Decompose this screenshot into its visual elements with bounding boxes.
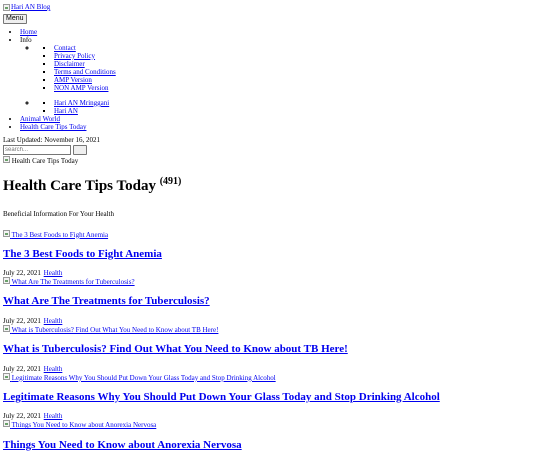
info-link-item: NON AMP Version	[54, 84, 537, 92]
info-submenu-item: Contact Privacy Policy Disclaimer Terms …	[37, 44, 537, 92]
category-title-text: Health Care Tips Today	[3, 178, 156, 194]
post-title: Legitimate Reasons Why You Should Put Do…	[3, 391, 537, 404]
nav-info-label: Info	[20, 36, 32, 44]
post-title: The 3 Best Foods to Fight Anemia	[3, 248, 537, 261]
post-thumbnail[interactable]: The 3 Best Foods to Fight Anemia	[3, 230, 537, 239]
post-date: July 22, 2021	[3, 269, 41, 277]
info-link-item: Privacy Policy	[54, 52, 537, 60]
info-submenu-item: Hari AN Mringgani Hari AN	[37, 92, 537, 115]
post-title-link[interactable]: What is Tuberculosis? Find Out What You …	[3, 343, 348, 355]
post-category-link[interactable]: Health	[44, 269, 63, 277]
info-submenu: Contact Privacy Policy Disclaimer Terms …	[20, 44, 537, 115]
post-title: What is Tuberculosis? Find Out What You …	[3, 343, 537, 356]
post-meta: July 22, 2021 Health	[3, 269, 537, 277]
broken-image-icon	[3, 420, 10, 427]
search-button[interactable]	[73, 145, 87, 155]
post-date: July 22, 2021	[3, 317, 41, 325]
nav-link-non-amp[interactable]: NON AMP Version	[54, 84, 108, 92]
info-link-item: AMP Version	[54, 76, 537, 84]
main-nav: Home Info Contact Privacy Policy Disclai…	[3, 28, 537, 132]
category-description: Beneficial Information For Your Health	[3, 210, 537, 218]
nav-item-info: Info Contact Privacy Policy Disclaimer T…	[20, 36, 537, 115]
post-title: What Are The Treatments for Tuberculosis…	[3, 295, 537, 308]
post-thumbnail-alt: Things You Need to Know about Anorexia N…	[12, 421, 157, 429]
post-title: Things You Need to Know about Anorexia N…	[3, 439, 537, 451]
search-form	[3, 145, 537, 155]
search-input[interactable]	[3, 145, 71, 155]
nav-link-hari-an-mringgani[interactable]: Hari AN Mringgani	[54, 99, 109, 107]
site-logo-link[interactable]: Hari AN Blog	[3, 3, 50, 11]
post-thumbnail[interactable]: Legitimate Reasons Why You Should Put Do…	[3, 373, 537, 382]
post-category-link[interactable]: Health	[44, 365, 63, 373]
post-thumbnail-alt: Legitimate Reasons Why You Should Put Do…	[12, 374, 276, 382]
post-category-link[interactable]: Health	[44, 412, 63, 420]
info-link-item: Disclaimer	[54, 60, 537, 68]
category-image: Health Care Tips Today	[3, 156, 537, 165]
category-title: Health Care Tips Today (491)	[3, 176, 537, 195]
post-category-link[interactable]: Health	[44, 317, 63, 325]
nav-item-health-care: Health Care Tips Today	[20, 123, 537, 131]
broken-image-icon	[3, 373, 10, 380]
post-thumbnail-alt: What is Tuberculosis? Find Out What You …	[12, 326, 219, 334]
post-date: July 22, 2021	[3, 412, 41, 420]
info-links: Contact Privacy Policy Disclaimer Terms …	[37, 44, 537, 92]
post-meta: July 22, 2021 Health	[3, 365, 537, 373]
author-links: Hari AN Mringgani Hari AN	[37, 99, 537, 115]
broken-image-icon	[3, 156, 10, 163]
post-thumbnail-alt: What Are The Treatments for Tuberculosis…	[12, 278, 135, 286]
nav-link-health-care[interactable]: Health Care Tips Today	[20, 123, 86, 131]
post-title-link[interactable]: What Are The Treatments for Tuberculosis…	[3, 295, 210, 307]
broken-image-icon	[3, 325, 10, 332]
post-thumbnail[interactable]: What Are The Treatments for Tuberculosis…	[3, 277, 537, 286]
last-updated: Last Updated: November 16, 2021	[3, 136, 537, 144]
post-title-link[interactable]: Things You Need to Know about Anorexia N…	[3, 439, 242, 451]
nav-link-contact[interactable]: Contact	[54, 44, 76, 52]
menu-button[interactable]: Menu	[3, 14, 27, 24]
post-thumbnail[interactable]: Things You Need to Know about Anorexia N…	[3, 420, 537, 429]
nav-link-amp[interactable]: AMP Version	[54, 76, 92, 84]
site-logo-alt: Hari AN Blog	[11, 3, 50, 11]
post-title-link[interactable]: Legitimate Reasons Why You Should Put Do…	[3, 391, 440, 403]
post-title-link[interactable]: The 3 Best Foods to Fight Anemia	[3, 248, 162, 260]
post-thumbnail-alt: The 3 Best Foods to Fight Anemia	[12, 231, 108, 239]
nav-link-animal-world[interactable]: Animal World	[20, 115, 60, 123]
nav-link-disclaimer[interactable]: Disclaimer	[54, 60, 85, 68]
author-link-item: Hari AN	[54, 107, 537, 115]
nav-item-animal-world: Animal World	[20, 115, 537, 123]
info-link-item: Contact	[54, 44, 537, 52]
info-link-item: Terms and Conditions	[54, 68, 537, 76]
category-image-alt: Health Care Tips Today	[12, 157, 78, 165]
nav-link-hari-an[interactable]: Hari AN	[54, 107, 78, 115]
nav-item-home: Home	[20, 28, 537, 36]
broken-image-icon	[3, 277, 10, 284]
nav-link-privacy[interactable]: Privacy Policy	[54, 52, 95, 60]
broken-image-icon	[3, 230, 10, 237]
post-date: July 22, 2021	[3, 365, 41, 373]
post-thumbnail[interactable]: What is Tuberculosis? Find Out What You …	[3, 325, 537, 334]
category-count: (491)	[160, 176, 182, 187]
post-meta: July 22, 2021 Health	[3, 317, 537, 325]
nav-link-home[interactable]: Home	[20, 28, 37, 36]
broken-image-icon	[3, 4, 10, 11]
post-meta: July 22, 2021 Health	[3, 412, 537, 420]
author-link-item: Hari AN Mringgani	[54, 99, 537, 107]
nav-link-terms[interactable]: Terms and Conditions	[54, 68, 116, 76]
